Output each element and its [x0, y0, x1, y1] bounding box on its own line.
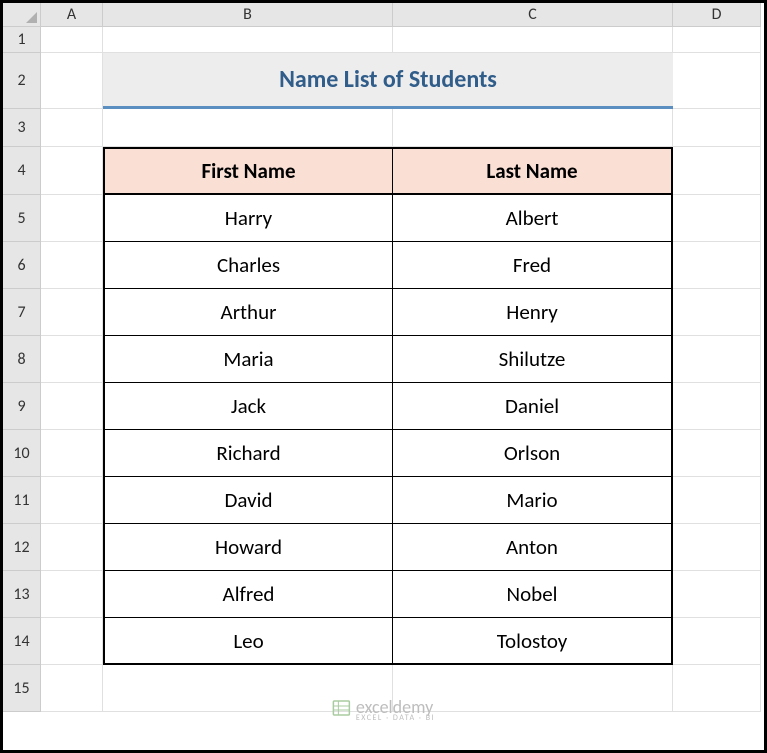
cell-c1[interactable]	[393, 27, 673, 53]
title-cell[interactable]: Name List of Students	[103, 53, 673, 109]
watermark-tagline: EXCEL · DATA · BI	[356, 714, 435, 722]
cell-a8[interactable]	[41, 336, 103, 383]
cell-a4[interactable]	[41, 147, 103, 195]
cell-d13[interactable]	[673, 571, 761, 618]
col-header-c[interactable]: C	[393, 3, 673, 27]
cell-first-12[interactable]: Howard	[103, 524, 393, 571]
row-header-10[interactable]: 10	[3, 430, 41, 477]
cell-a15[interactable]	[41, 665, 103, 712]
cell-c3[interactable]	[393, 109, 673, 147]
cell-last-5[interactable]: Albert	[393, 195, 673, 242]
row-header-4[interactable]: 4	[3, 147, 41, 195]
cell-first-5[interactable]: Harry	[103, 195, 393, 242]
row-header-8[interactable]: 8	[3, 336, 41, 383]
cell-first-7[interactable]: Arthur	[103, 289, 393, 336]
cell-first-13[interactable]: Alfred	[103, 571, 393, 618]
cell-d2[interactable]	[673, 53, 761, 109]
cell-last-10[interactable]: Orlson	[393, 430, 673, 477]
cell-d6[interactable]	[673, 242, 761, 289]
cell-last-13[interactable]: Nobel	[393, 571, 673, 618]
cell-d5[interactable]	[673, 195, 761, 242]
watermark-text: exceldemy EXCEL · DATA · BI	[356, 698, 435, 722]
cell-a3[interactable]	[41, 109, 103, 147]
row-header-3[interactable]: 3	[3, 109, 41, 147]
cell-a14[interactable]	[41, 618, 103, 665]
row-header-1[interactable]: 1	[3, 27, 41, 53]
cell-a9[interactable]	[41, 383, 103, 430]
cell-last-7[interactable]: Henry	[393, 289, 673, 336]
cell-d10[interactable]	[673, 430, 761, 477]
watermark: exceldemy EXCEL · DATA · BI	[332, 698, 435, 722]
select-all-corner[interactable]	[3, 3, 41, 27]
spreadsheet-grid: A B C D 1 2 Name List of Students 3 4 Fi…	[3, 3, 764, 712]
cell-last-11[interactable]: Mario	[393, 477, 673, 524]
cell-d4[interactable]	[673, 147, 761, 195]
cell-d3[interactable]	[673, 109, 761, 147]
cell-a10[interactable]	[41, 430, 103, 477]
cell-first-8[interactable]: Maria	[103, 336, 393, 383]
header-first-name[interactable]: First Name	[103, 147, 393, 195]
cell-first-6[interactable]: Charles	[103, 242, 393, 289]
row-header-15[interactable]: 15	[3, 665, 41, 712]
cell-d14[interactable]	[673, 618, 761, 665]
cell-last-12[interactable]: Anton	[393, 524, 673, 571]
spreadsheet-icon	[332, 699, 350, 722]
cell-d12[interactable]	[673, 524, 761, 571]
row-header-5[interactable]: 5	[3, 195, 41, 242]
row-header-7[interactable]: 7	[3, 289, 41, 336]
cell-a6[interactable]	[41, 242, 103, 289]
cell-last-14[interactable]: Tolostoy	[393, 618, 673, 665]
col-header-b[interactable]: B	[103, 3, 393, 27]
cell-last-6[interactable]: Fred	[393, 242, 673, 289]
cell-a13[interactable]	[41, 571, 103, 618]
cell-a7[interactable]	[41, 289, 103, 336]
cell-d15[interactable]	[673, 665, 761, 712]
cell-d11[interactable]	[673, 477, 761, 524]
cell-d7[interactable]	[673, 289, 761, 336]
row-header-9[interactable]: 9	[3, 383, 41, 430]
cell-d9[interactable]	[673, 383, 761, 430]
cell-d1[interactable]	[673, 27, 761, 53]
cell-first-10[interactable]: Richard	[103, 430, 393, 477]
cell-d8[interactable]	[673, 336, 761, 383]
cell-a5[interactable]	[41, 195, 103, 242]
cell-a2[interactable]	[41, 53, 103, 109]
cell-a12[interactable]	[41, 524, 103, 571]
col-header-d[interactable]: D	[673, 3, 761, 27]
cell-first-9[interactable]: Jack	[103, 383, 393, 430]
cell-b1[interactable]	[103, 27, 393, 53]
cell-a11[interactable]	[41, 477, 103, 524]
row-header-6[interactable]: 6	[3, 242, 41, 289]
row-header-12[interactable]: 12	[3, 524, 41, 571]
cell-last-8[interactable]: Shilutze	[393, 336, 673, 383]
cell-b3[interactable]	[103, 109, 393, 147]
cell-first-14[interactable]: Leo	[103, 618, 393, 665]
row-header-11[interactable]: 11	[3, 477, 41, 524]
header-last-name[interactable]: Last Name	[393, 147, 673, 195]
row-header-14[interactable]: 14	[3, 618, 41, 665]
cell-a1[interactable]	[41, 27, 103, 53]
col-header-a[interactable]: A	[41, 3, 103, 27]
cell-first-11[interactable]: David	[103, 477, 393, 524]
cell-last-9[interactable]: Daniel	[393, 383, 673, 430]
row-header-2[interactable]: 2	[3, 53, 41, 109]
row-header-13[interactable]: 13	[3, 571, 41, 618]
